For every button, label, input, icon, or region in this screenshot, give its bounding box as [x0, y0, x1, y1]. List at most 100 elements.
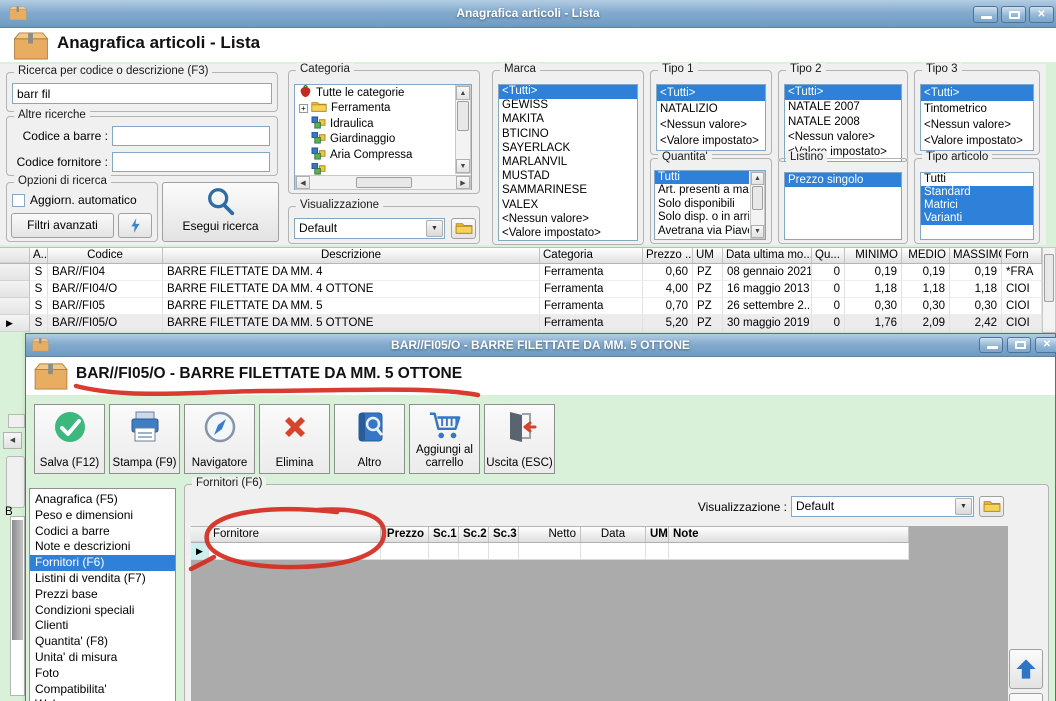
expand-plus-icon[interactable]: +	[299, 103, 308, 113]
sidebar-item-quantita[interactable]: Quantita' (F8)	[30, 634, 175, 650]
visualization-folder-button[interactable]	[451, 218, 476, 239]
list-item[interactable]: <Nessun valore>	[785, 130, 901, 145]
column-header[interactable]: Data	[581, 527, 646, 542]
list-item[interactable]: Tutti	[921, 173, 1033, 186]
column-header[interactable]: Prezzo ...	[643, 248, 693, 263]
fornitori-folder-button[interactable]	[979, 496, 1004, 517]
list-item[interactable]: NATALIZIO	[657, 101, 765, 117]
column-header[interactable]: MASSIMO	[950, 248, 1002, 263]
list-item[interactable]: Art. presenti a maga	[655, 184, 749, 197]
parent-minimize-button[interactable]	[973, 6, 998, 23]
table-row[interactable]: S BAR//FI04/O BARRE FILETTATE DA MM. 4 O…	[0, 281, 1042, 298]
category-tree-item[interactable]: Tutte le categorie	[295, 85, 471, 101]
column-header[interactable]: Prezzo	[381, 527, 429, 542]
listino-list[interactable]: Prezzo singolo	[784, 172, 902, 240]
move-down-button[interactable]	[1009, 693, 1043, 701]
column-header[interactable]: UM	[693, 248, 723, 263]
table-row-current[interactable]: ▶ S BAR//FI05/O BARRE FILETTATE DA MM. 5…	[0, 315, 1042, 332]
sidebar-item-compatibilita[interactable]: Compatibilita'	[30, 682, 175, 698]
column-header[interactable]: Sc.3	[489, 527, 519, 542]
exit-button[interactable]: Uscita (ESC)	[484, 404, 555, 474]
fornitori-visualization-select[interactable]: Default ▼	[791, 496, 974, 517]
list-item[interactable]: Avetrana via Piave,	[655, 225, 749, 238]
column-header-selector[interactable]	[191, 527, 209, 542]
lightning-button[interactable]	[118, 213, 152, 238]
list-item[interactable]: MUSTAD	[499, 170, 637, 184]
tipo1-list[interactable]: <Tutti> NATALIZIO <Nessun valore> <Valor…	[656, 84, 766, 151]
move-up-button[interactable]	[1009, 649, 1043, 689]
navigator-button[interactable]: Navigatore	[184, 404, 255, 474]
category-hscrollbar[interactable]: ◀ ▶	[295, 175, 471, 190]
sidebar-item-unita[interactable]: Unita' di misura	[30, 650, 175, 666]
column-header[interactable]: Forn	[1002, 248, 1042, 263]
list-item[interactable]: Solo disp. o in arrivo	[655, 211, 749, 224]
column-header[interactable]: A...	[30, 248, 48, 263]
list-item[interactable]: Solo disponibili	[655, 198, 749, 211]
visualization-select[interactable]: Default ▼	[294, 218, 445, 239]
child-close-button[interactable]: ✕	[1035, 337, 1056, 353]
other-button[interactable]: Altro	[334, 404, 405, 474]
list-item[interactable]: NATALE 2007	[785, 100, 901, 115]
save-button[interactable]: Salva (F12)	[34, 404, 105, 474]
list-item[interactable]: <Tutti>	[921, 85, 1033, 101]
sidebar-item-fornitori[interactable]: Fornitori (F6)	[30, 555, 175, 571]
list-item[interactable]: <Tutti>	[785, 85, 901, 100]
sidebar-item-peso[interactable]: Peso e dimensioni	[30, 508, 175, 524]
sidebar-item-web[interactable]: Web	[30, 697, 175, 701]
list-item[interactable]: Matrici	[921, 199, 1033, 212]
column-header[interactable]: Descrizione	[163, 248, 540, 263]
list-item[interactable]: Tutti	[655, 171, 749, 185]
column-header-selector[interactable]	[0, 248, 30, 263]
sidebar-item-clienti[interactable]: Clienti	[30, 618, 175, 634]
tipo-articolo-list[interactable]: Tutti Standard Matrici Varianti	[920, 172, 1034, 240]
list-item[interactable]: <Nessun valore>	[499, 213, 637, 227]
sidebar-item-condizioni[interactable]: Condizioni speciali	[30, 603, 175, 619]
list-item[interactable]: SAMMARINESE	[499, 184, 637, 198]
tipo3-list[interactable]: <Tutti> Tintometrico <Nessun valore> <Va…	[920, 84, 1034, 151]
list-item[interactable]: Standard	[921, 186, 1033, 199]
list-item[interactable]: <Tutti>	[499, 85, 637, 100]
sidebar-item-note[interactable]: Note e descrizioni	[30, 539, 175, 555]
sidebar-item-listini[interactable]: Listini di vendita (F7)	[30, 571, 175, 587]
list-item[interactable]: BTICINO	[499, 128, 637, 142]
column-header[interactable]: Sc.1	[429, 527, 459, 542]
table-row[interactable]: S BAR//FI05 BARRE FILETTATE DA MM. 5 Fer…	[0, 298, 1042, 315]
table-row[interactable]: S BAR//FI04 BARRE FILETTATE DA MM. 4 Fer…	[0, 264, 1042, 281]
column-header[interactable]: MINIMO	[845, 248, 902, 263]
list-item[interactable]: Prezzo singolo	[785, 173, 901, 187]
auto-update-checkbox[interactable]	[12, 194, 25, 207]
category-tree-item[interactable]: Giardinaggio	[295, 131, 471, 148]
search-input[interactable]	[12, 83, 272, 104]
category-tree-item[interactable]: Idraulica	[295, 116, 471, 132]
category-vscrollbar[interactable]: ▲ ▼	[455, 85, 471, 174]
supplier-code-input[interactable]	[112, 152, 270, 172]
sidebar-item-foto[interactable]: Foto	[30, 666, 175, 682]
list-item[interactable]: GEWISS	[499, 99, 637, 113]
list-item[interactable]: <Valore impostato>	[921, 133, 1033, 149]
child-minimize-button[interactable]	[979, 337, 1003, 353]
category-tree-item[interactable]: + Ferramenta	[295, 101, 471, 117]
print-button[interactable]: Stampa (F9)	[109, 404, 180, 474]
child-maximize-button[interactable]	[1007, 337, 1031, 353]
sidebar-item-codici-a-barre[interactable]: Codici a barre	[30, 524, 175, 540]
advanced-filters-button[interactable]: Filtri avanzati	[11, 213, 114, 238]
delete-button[interactable]: Elimina	[259, 404, 330, 474]
sidebar-item-anagrafica[interactable]: Anagrafica (F5)	[30, 492, 175, 508]
list-item[interactable]: SAYERLACK	[499, 142, 637, 156]
barcode-input[interactable]	[112, 126, 270, 146]
parent-maximize-button[interactable]	[1001, 6, 1026, 23]
column-header[interactable]: Data ultima mo...	[723, 248, 812, 263]
list-item[interactable]: NATALE 2008	[785, 115, 901, 130]
column-header[interactable]: Sc.2	[459, 527, 489, 542]
column-header[interactable]: Qu...	[812, 248, 845, 263]
column-header[interactable]: MEDIO	[902, 248, 950, 263]
parent-close-button[interactable]: ✕	[1029, 6, 1054, 23]
list-item[interactable]: VALEX	[499, 199, 637, 213]
list-item[interactable]: Tintometrico	[921, 101, 1033, 117]
category-tree-item[interactable]: Aria Compressa	[295, 147, 471, 163]
quantita-list[interactable]: Tutti Art. presenti a maga Solo disponib…	[654, 170, 766, 240]
list-item[interactable]: Varianti	[921, 212, 1033, 225]
table-vscrollbar[interactable]	[1042, 247, 1056, 333]
quantita-scrollbar[interactable]: ▲ ▼	[750, 171, 765, 239]
column-header[interactable]: Codice	[48, 248, 163, 263]
